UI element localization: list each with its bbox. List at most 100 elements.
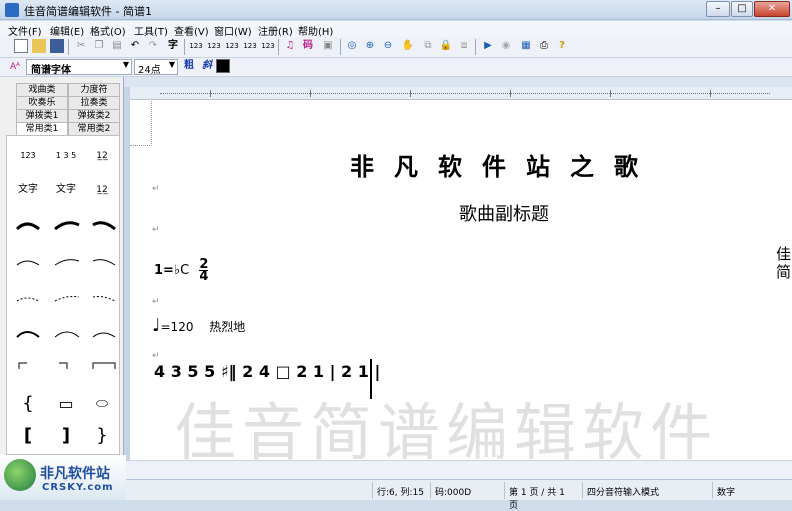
group-icon[interactable]: ⧉ bbox=[421, 39, 435, 53]
slur-icon[interactable] bbox=[15, 222, 40, 231]
editor-top-strip bbox=[124, 77, 792, 87]
ellipse-icon[interactable]: ⬭ bbox=[87, 392, 117, 416]
redo-icon[interactable]: ↷ bbox=[146, 39, 160, 53]
rectangle-icon[interactable]: ▭ bbox=[51, 392, 81, 416]
number-style-1-button[interactable]: 123 bbox=[189, 39, 203, 53]
zoom-in-icon[interactable]: ⊕ bbox=[363, 39, 377, 53]
bracket-corner-icon[interactable] bbox=[59, 362, 68, 369]
menu-register[interactable]: 注册(R) bbox=[258, 23, 293, 38]
brace-left-icon[interactable]: { bbox=[13, 392, 43, 416]
code-button[interactable]: 码 bbox=[301, 39, 315, 53]
copy-icon[interactable]: ❐ bbox=[92, 39, 106, 53]
number-style-4-button[interactable]: 123 bbox=[243, 39, 257, 53]
palette-vertical-text[interactable]: 文字 bbox=[51, 178, 81, 202]
zoom-out-icon[interactable]: ⊖ bbox=[381, 39, 395, 53]
record-icon[interactable]: ◉ bbox=[499, 39, 513, 53]
phrase-mark-icon[interactable] bbox=[54, 331, 80, 338]
tab-plucked-2[interactable]: 弹拨类2 bbox=[68, 109, 120, 122]
page-margin-corner bbox=[130, 101, 152, 146]
undo-icon[interactable]: ↶ bbox=[128, 39, 142, 53]
tab-opera[interactable]: 戏曲类 bbox=[16, 83, 68, 96]
bracket-left-icon[interactable]: [ bbox=[13, 424, 43, 448]
color-picker-button[interactable] bbox=[216, 59, 230, 73]
print-icon[interactable]: ⎙ bbox=[537, 39, 551, 53]
maximize-button[interactable]: □ bbox=[731, 1, 753, 17]
dashed-tie-icon[interactable] bbox=[16, 297, 40, 302]
save-icon[interactable] bbox=[50, 39, 64, 53]
paste-icon[interactable]: ▤ bbox=[110, 39, 124, 53]
menu-tools[interactable]: 工具(T) bbox=[134, 23, 168, 38]
ruler-tick bbox=[610, 90, 611, 97]
minimize-button[interactable]: – bbox=[706, 1, 730, 17]
bracket-right-icon[interactable]: ] bbox=[51, 424, 81, 448]
tab-dynamics[interactable]: 力度符 bbox=[68, 83, 120, 96]
song-title[interactable]: 非凡软件站之歌 bbox=[274, 147, 734, 182]
phrase-mark-icon[interactable] bbox=[16, 331, 40, 338]
bold-button[interactable]: 粗 bbox=[182, 59, 196, 73]
new-file-icon[interactable] bbox=[14, 39, 28, 53]
notation-line[interactable]: 4 3 5 5 ♯‖ 2 4 □ 2 1 | 2 1 | bbox=[154, 362, 380, 381]
horizontal-scrollbar[interactable] bbox=[124, 460, 792, 479]
phrase-mark-icon[interactable] bbox=[92, 332, 116, 338]
tie-icon[interactable] bbox=[92, 259, 116, 266]
help-icon[interactable]: ? bbox=[555, 39, 569, 53]
chevron-down-icon: ▼ bbox=[168, 60, 175, 69]
insert-object-icon[interactable]: ▣ bbox=[321, 39, 335, 53]
song-subtitle[interactable]: 歌曲副标题 bbox=[344, 200, 664, 226]
palette-underline-numbers-2[interactable]: 1̲2̲ bbox=[87, 178, 117, 202]
bracket-span-icon[interactable] bbox=[92, 362, 116, 369]
menu-help[interactable]: 帮助(H) bbox=[298, 23, 333, 38]
text-insert-button[interactable]: 字 bbox=[166, 39, 180, 53]
number-style-3-button[interactable]: 123 bbox=[225, 39, 239, 53]
tab-bowed[interactable]: 拉奏类 bbox=[68, 96, 120, 109]
unlock-icon[interactable]: ⧈ bbox=[457, 39, 471, 53]
score-icon[interactable]: ♫ bbox=[283, 39, 297, 53]
font-size-select[interactable]: 24点 ▼ bbox=[134, 59, 178, 76]
number-style-5-button[interactable]: 123 bbox=[261, 39, 275, 53]
paragraph-mark: ↵ bbox=[152, 225, 160, 235]
palette-text[interactable]: 文字 bbox=[13, 178, 43, 202]
lock-icon[interactable]: 🔒 bbox=[439, 39, 453, 53]
menu-view[interactable]: 查看(V) bbox=[174, 23, 209, 38]
main-toolbar: ✂ ❐ ▤ ↶ ↷ 字 123 123 123 123 123 ♫ 码 ▣ ◎ … bbox=[0, 37, 792, 58]
bracket-corner-icon[interactable] bbox=[18, 362, 27, 369]
tab-wind[interactable]: 吹奏乐 bbox=[16, 96, 68, 109]
dashed-tie-icon[interactable] bbox=[92, 296, 116, 302]
zoom-icon[interactable]: ◎ bbox=[345, 39, 359, 53]
play-icon[interactable]: ▶ bbox=[481, 39, 495, 53]
tie-icon[interactable] bbox=[16, 260, 40, 266]
tempo-marking[interactable]: ♩=120 热烈地 bbox=[152, 315, 245, 336]
status-cursor-position: 行:6, 列:15 bbox=[372, 482, 428, 499]
time-bottom: 4 bbox=[199, 269, 209, 284]
status-input-mode: 四分音符输入模式 bbox=[582, 482, 710, 499]
italic-button[interactable]: 斜 bbox=[200, 59, 214, 73]
slur-icon[interactable] bbox=[92, 221, 116, 231]
menu-file[interactable]: 文件(F) bbox=[8, 23, 42, 38]
preview-icon[interactable]: ▦ bbox=[519, 39, 533, 53]
number-style-2-button[interactable]: 123 bbox=[207, 39, 221, 53]
palette-dotted-numbers[interactable]: 1̇2̇3̇ bbox=[13, 144, 43, 168]
toolbar-separator bbox=[475, 39, 476, 55]
dashed-tie-icon[interactable] bbox=[54, 296, 80, 302]
brace-right-icon[interactable]: } bbox=[87, 424, 117, 448]
logo-chinese: 非凡软件站 bbox=[40, 466, 110, 482]
offpage-text: 佳 简 bbox=[776, 245, 792, 281]
font-select[interactable]: 简谱字体 ▼ bbox=[26, 59, 132, 76]
time-signature: 2 4 bbox=[199, 258, 209, 284]
menu-format[interactable]: 格式(O) bbox=[90, 23, 126, 38]
score-editor[interactable]: ↵ ↵ ↵ ↵ 非凡软件站之歌 歌曲副标题 1=♭C 2 4 ♩=120 热烈地… bbox=[124, 77, 792, 469]
palette-stacked-numbers[interactable]: 1 3 5 bbox=[51, 144, 81, 168]
menu-edit[interactable]: 编辑(E) bbox=[50, 23, 84, 38]
palette-underline-numbers[interactable]: 1̲2̲ bbox=[87, 144, 117, 168]
key-signature[interactable]: 1=♭C 2 4 bbox=[154, 258, 209, 284]
tab-common-1[interactable]: 常用类1 bbox=[16, 122, 68, 135]
cut-icon[interactable]: ✂ bbox=[74, 39, 88, 53]
slur-icon[interactable] bbox=[54, 221, 80, 231]
tab-plucked-1[interactable]: 弹拨类1 bbox=[16, 109, 68, 122]
menu-window[interactable]: 窗口(W) bbox=[214, 23, 252, 38]
tab-common-2[interactable]: 常用类2 bbox=[68, 122, 120, 135]
hand-pan-icon[interactable]: ✋ bbox=[401, 39, 415, 53]
tie-icon[interactable] bbox=[54, 259, 80, 266]
close-button[interactable]: ✕ bbox=[754, 1, 790, 17]
open-folder-icon[interactable] bbox=[32, 39, 46, 53]
